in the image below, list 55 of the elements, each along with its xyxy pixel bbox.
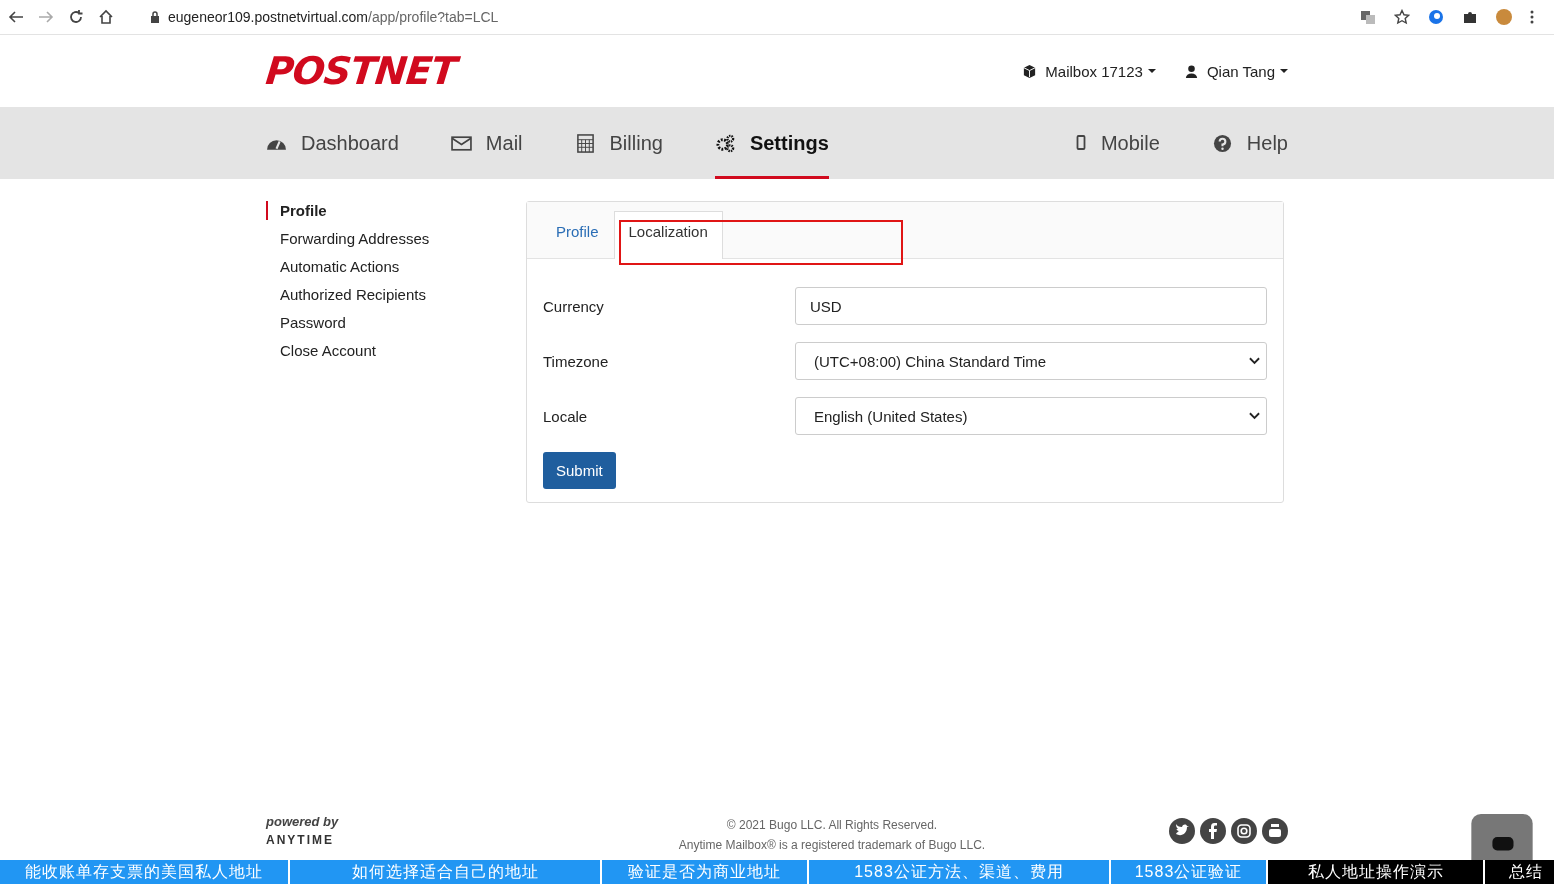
nav-tab[interactable]: Mail — [450, 107, 523, 179]
brand-text: ANYTIME — [266, 833, 335, 847]
mailbox-dropdown[interactable]: Mailbox 17123 — [1022, 62, 1156, 80]
address-bar[interactable]: eugeneor109.postnetvirtual.com/app/profile?tab=LCL — [168, 9, 499, 25]
text-field[interactable]: USD — [795, 287, 1267, 325]
nav-tab[interactable]: Help — [1211, 107, 1288, 179]
help-icon — [1211, 133, 1233, 153]
twitter-icon[interactable] — [1169, 818, 1195, 844]
chapter-segment[interactable]: 总结 — [1485, 860, 1554, 884]
submit-button[interactable]: Submit — [543, 452, 616, 489]
lock-icon — [150, 11, 160, 23]
sidebar-item[interactable]: Profile — [266, 201, 466, 220]
field-label: Timezone — [543, 352, 610, 370]
copyright-text: © 2021 Bugo LLC. All Rights Reserved. — [726, 818, 938, 832]
logo[interactable]: POSTNET — [263, 49, 459, 93]
select-field[interactable]: (UTC+08:00) China Standard Time — [795, 342, 1267, 380]
nav-tab[interactable]: Billing — [574, 107, 663, 179]
caret-icon — [1280, 69, 1288, 73]
sidebar-item[interactable]: Password — [266, 313, 466, 332]
user-dropdown[interactable]: Qian Tang — [1183, 62, 1288, 80]
chevron-icon — [1249, 357, 1260, 365]
sidebar-item[interactable]: Forwarding Addresses — [266, 229, 466, 248]
facebook-icon[interactable] — [1200, 818, 1226, 844]
nav-tab[interactable]: Mobile — [1074, 107, 1160, 179]
sidebar-item[interactable]: Automatic Actions — [266, 257, 466, 276]
sidebar-item[interactable]: Authorized Recipients — [266, 285, 466, 304]
envelope-icon — [450, 133, 472, 153]
sidebar-item[interactable]: Close Account — [266, 341, 466, 360]
nav-tab[interactable]: Settings — [714, 107, 829, 179]
chat-bubble-icon[interactable] — [1470, 814, 1534, 860]
gears-icon — [714, 133, 736, 153]
user-icon — [1183, 63, 1199, 79]
field-label: Currency — [543, 297, 605, 315]
avatar-icon[interactable] — [1496, 9, 1512, 25]
trademark-text: Anytime Mailbox® is a registered trademark of Bugo LLC. — [678, 838, 986, 852]
reload-icon[interactable] — [68, 9, 84, 25]
tab[interactable]: Profile — [541, 211, 614, 259]
field-label: Locale — [543, 407, 589, 425]
star-icon[interactable] — [1394, 9, 1410, 25]
phone-icon — [1074, 135, 1087, 151]
menu-icon[interactable] — [1530, 10, 1534, 24]
chevron-icon — [1249, 412, 1260, 420]
translate-icon[interactable] — [1360, 9, 1376, 25]
cube-icon — [1022, 63, 1038, 79]
powered-by-text: powered by — [266, 814, 340, 829]
nav-tab[interactable]: Dashboard — [266, 107, 399, 179]
calculator-icon — [574, 133, 596, 153]
chapter-segment[interactable]: 私人地址操作演示 — [1268, 860, 1483, 884]
select-field[interactable]: English (United States) — [795, 397, 1267, 435]
extension-icon[interactable] — [1428, 9, 1444, 25]
instagram-icon[interactable] — [1231, 818, 1257, 844]
tab[interactable]: Localization — [613, 211, 723, 259]
caret-icon — [1147, 69, 1156, 73]
back-icon[interactable] — [8, 9, 24, 25]
home-icon[interactable] — [98, 9, 114, 25]
